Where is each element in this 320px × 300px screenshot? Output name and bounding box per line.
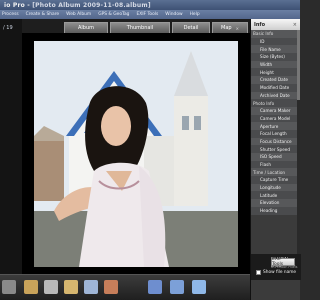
rotate-right-icon[interactable] (44, 280, 58, 294)
close-icon[interactable]: × (293, 22, 297, 28)
tab-album[interactable]: Album (64, 22, 108, 33)
info-scrollbar-thumb[interactable] (297, 30, 300, 100)
tab-detail-label: Detail (183, 25, 199, 31)
tab-thumbnail-label: Thumbnail (126, 25, 154, 31)
info-section-header[interactable]: Basic Info (251, 30, 300, 38)
info-field-row: Longitude (251, 183, 300, 192)
menu-web-album[interactable]: Web Album (66, 12, 91, 17)
edit-icon[interactable] (64, 280, 78, 294)
tab-thumbnail[interactable]: Thumbnail (110, 22, 170, 33)
info-field-row: Camera Maker (251, 106, 300, 115)
info-field-row: Focus Distance (251, 137, 300, 146)
info-section-header[interactable]: Photo Info (251, 99, 300, 107)
left-strip: / 19 (0, 19, 22, 274)
menu-process[interactable]: Process (2, 12, 19, 17)
rotate-left-icon[interactable] (24, 280, 38, 294)
photo-counter: / 19 (3, 25, 13, 31)
info-field-row: Modified Date (251, 83, 300, 92)
list-view-icon[interactable] (170, 280, 184, 294)
slideshow-icon[interactable] (148, 280, 162, 294)
menu-bar: Process Create & Share Web Album GPS & G… (0, 10, 300, 19)
show-file-name-label: Show file name (263, 270, 297, 275)
view-tabs: Album Thumbnail Detail Map × (22, 19, 250, 33)
menu-create-share[interactable]: Create & Share (26, 12, 59, 17)
info-field-row: Elevation (251, 199, 300, 207)
exif-tools-button[interactable]: EXIF Tools (271, 257, 295, 267)
bottom-toolbar (0, 274, 250, 300)
info-panel-title: Info (254, 21, 266, 28)
tab-album-label: Album (77, 25, 95, 31)
info-field-row: Archived Date (251, 91, 300, 100)
info-panel-header: Info × (251, 19, 300, 30)
photo-viewer[interactable] (22, 33, 250, 274)
close-icon[interactable]: × (236, 26, 239, 31)
info-field-row: Flash (251, 160, 300, 169)
info-field-row: Aperture (251, 122, 300, 130)
info-list: Basic Info ID File Name Size (Bytes) Width He… (251, 30, 300, 254)
menu-exif-tools[interactable]: EXIF Tools (136, 12, 158, 17)
menu-gps-geotag[interactable]: GPS & GeoTag (98, 12, 129, 17)
menu-help[interactable]: Help (190, 12, 200, 17)
info-field-row: Created Date (251, 76, 300, 84)
crop-icon[interactable] (84, 280, 98, 294)
info-field-row: ID (251, 37, 300, 46)
grid-view-icon[interactable] (192, 280, 206, 294)
info-section-header[interactable]: Time / Location (251, 168, 300, 177)
info-field-row: Capture Time (251, 176, 300, 184)
info-field-row: ISO Speed (251, 153, 300, 161)
info-field-row: Latitude (251, 191, 300, 200)
info-field-row: File Name (251, 45, 300, 54)
title-bar: io Pro - [Photo Album 2009-11-08.album] (0, 0, 300, 10)
adjust-icon[interactable] (104, 280, 118, 294)
photo-illustration (34, 41, 238, 267)
photo-image[interactable] (34, 41, 238, 267)
app-name: io Pro - (4, 1, 33, 9)
show-file-name-toggle[interactable]: Show file name (256, 270, 296, 275)
menu-window[interactable]: Window (165, 12, 182, 17)
info-field-row: Focal Length (251, 129, 300, 138)
info-field-row: Width (251, 60, 300, 69)
show-file-name-checkbox[interactable] (256, 270, 261, 275)
info-field-row: Height (251, 68, 300, 77)
tab-detail[interactable]: Detail (172, 22, 210, 33)
info-field-row: Size (Bytes) (251, 53, 300, 61)
toolbar-left-icon[interactable] (2, 280, 16, 294)
tab-map[interactable]: Map × (212, 22, 248, 33)
window-title: io Pro - [Photo Album 2009-11-08.album] (4, 2, 151, 9)
info-field-row: Camera Model (251, 114, 300, 123)
album-name: [Photo Album 2009-11-08.album] (32, 1, 151, 9)
info-field-row: Heading (251, 206, 300, 215)
tab-map-label: Map (221, 25, 232, 31)
info-field-row: Shutter Speed (251, 145, 300, 153)
